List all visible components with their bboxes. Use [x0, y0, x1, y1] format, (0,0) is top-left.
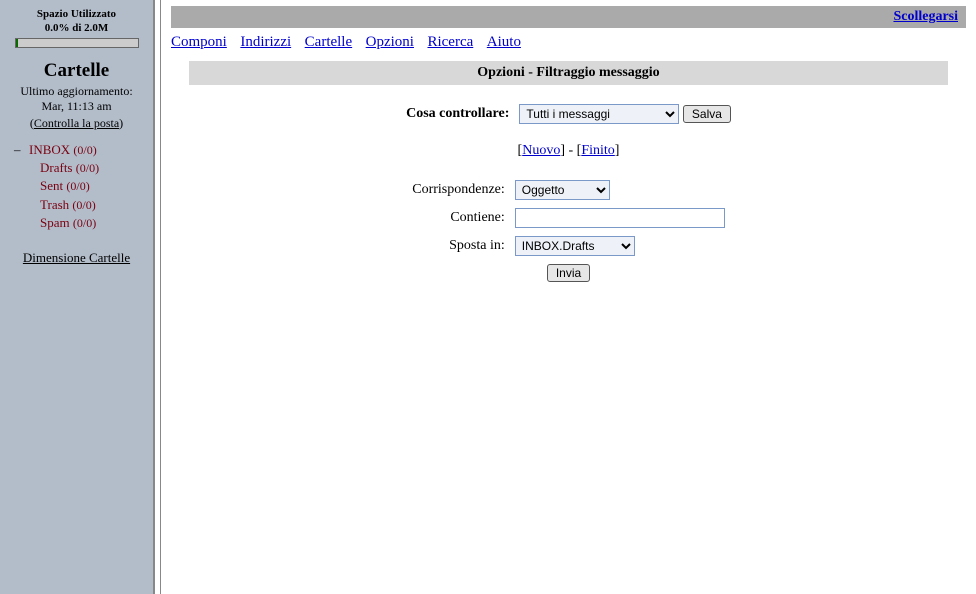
- contains-label: Contiene:: [408, 205, 509, 231]
- folder-sent[interactable]: Sent: [40, 178, 63, 193]
- menu-folders[interactable]: Cartelle: [305, 34, 352, 50]
- menu-addresses[interactable]: Indirizzi: [240, 34, 291, 50]
- main-area: Scollegarsi Componi Indirizzi Cartelle O…: [161, 0, 976, 594]
- submit-button[interactable]: Invia: [547, 264, 590, 282]
- folder-drafts-row: Drafts (0/0): [14, 159, 149, 177]
- folder-trash[interactable]: Trash: [40, 197, 69, 212]
- folder-inbox-count: (0/0): [73, 143, 96, 157]
- menu-options[interactable]: Opzioni: [366, 34, 414, 50]
- folder-sent-row: Sent (0/0): [14, 177, 149, 195]
- topbar: Scollegarsi: [171, 6, 966, 28]
- folder-drafts[interactable]: Drafts: [40, 160, 73, 175]
- folder-list: – INBOX (0/0) Drafts (0/0) Sent (0/0) Tr…: [4, 141, 149, 232]
- folder-sizes-link[interactable]: Dimensione Cartelle: [4, 250, 149, 266]
- menu-compose[interactable]: Componi: [171, 34, 227, 50]
- menu-help[interactable]: Aiuto: [487, 34, 521, 50]
- contains-input[interactable]: [515, 208, 725, 228]
- moveto-select[interactable]: INBOX.Drafts: [515, 236, 635, 256]
- done-link[interactable]: Finito: [581, 143, 614, 158]
- new-link[interactable]: Nuovo: [522, 143, 560, 158]
- space-used-value: 0.0% di 2.0M: [4, 22, 149, 34]
- usage-bar: [15, 38, 139, 48]
- check-mail-link[interactable]: Controlla la posta: [34, 116, 119, 131]
- logout-link[interactable]: Scollegarsi: [893, 9, 958, 24]
- filter-form: Cosa controllare: Tutti i messaggi Salva: [400, 99, 737, 129]
- sidebar: Spazio Utilizzato 0.0% di 2.0M Cartelle …: [0, 0, 155, 594]
- mid-links: [Nuovo] - [Finito]: [171, 143, 966, 159]
- folder-trash-row: Trash (0/0): [14, 196, 149, 214]
- folder-spam-row: Spam (0/0): [14, 214, 149, 232]
- menu-search[interactable]: Ricerca: [427, 34, 473, 50]
- last-update-line2: Mar, 11:13 am: [4, 99, 149, 114]
- moveto-label: Sposta in:: [408, 233, 509, 259]
- save-button[interactable]: Salva: [683, 105, 731, 123]
- space-used-heading: Spazio Utilizzato: [4, 8, 149, 20]
- folder-inbox[interactable]: INBOX: [29, 142, 70, 157]
- folder-trash-count: (0/0): [72, 198, 95, 212]
- folder-drafts-count: (0/0): [76, 161, 99, 175]
- folders-title: Cartelle: [4, 60, 149, 82]
- folder-spam-count: (0/0): [73, 216, 96, 230]
- filter-detail-form: Corrispondenze: Oggetto Contiene: Sposta…: [406, 175, 731, 287]
- last-update-line1: Ultimo aggiornamento:: [4, 84, 149, 99]
- what-to-check-label: Cosa controllare:: [402, 101, 513, 127]
- folder-sent-count: (0/0): [66, 179, 89, 193]
- folder-inbox-row: – INBOX (0/0): [14, 141, 149, 159]
- match-label: Corrispondenze:: [408, 177, 509, 203]
- main-menu: Componi Indirizzi Cartelle Opzioni Ricer…: [171, 28, 966, 61]
- section-header: Opzioni - Filtraggio messaggio: [189, 61, 948, 85]
- what-to-check-select[interactable]: Tutti i messaggi: [519, 104, 679, 124]
- match-select[interactable]: Oggetto: [515, 180, 610, 200]
- folder-spam[interactable]: Spam: [40, 215, 70, 230]
